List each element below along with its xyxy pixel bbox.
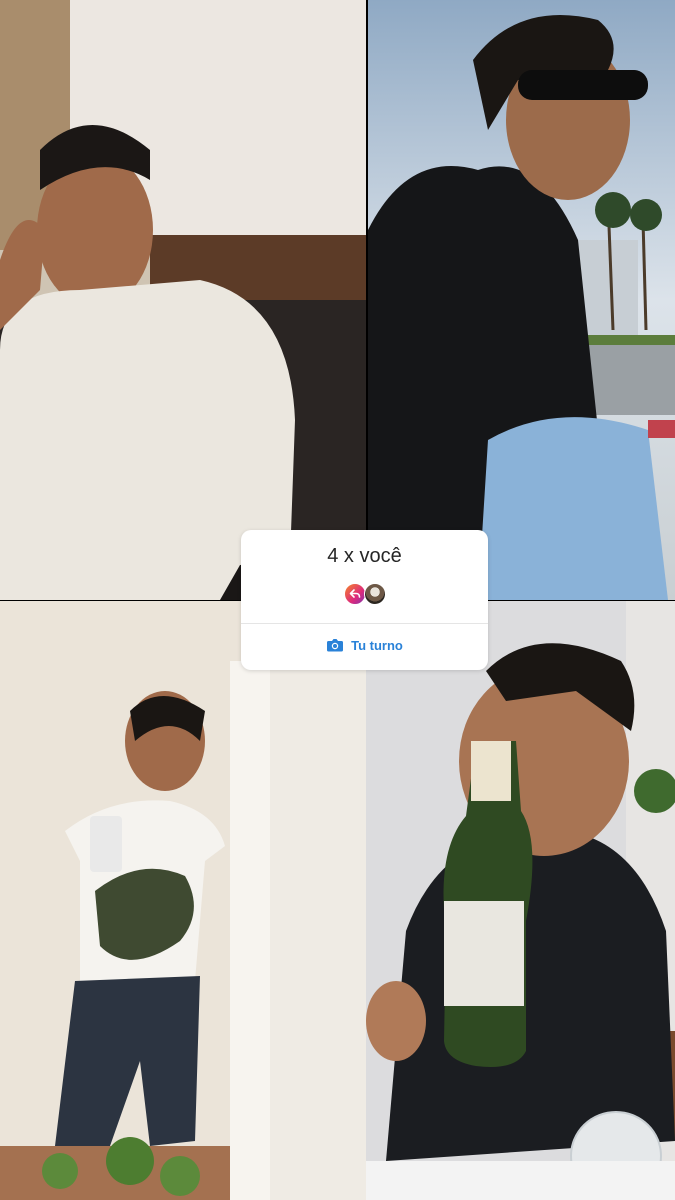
reply-arrow-icon xyxy=(349,589,360,598)
your-turn-label: Tu turno xyxy=(351,637,403,653)
camera-icon xyxy=(327,639,344,652)
card-divider xyxy=(241,623,488,624)
photo-mirror-selfie xyxy=(0,601,366,1200)
card-title: 4 x você xyxy=(327,545,402,567)
participants-avatars xyxy=(241,583,488,605)
photo-sunglasses xyxy=(368,0,675,600)
photo-white-turtleneck xyxy=(0,0,366,600)
photo-wine-bottle xyxy=(366,601,675,1200)
your-turn-button[interactable]: Tu turno xyxy=(241,637,488,653)
turn-card: 4 x você Tu turno xyxy=(241,530,488,670)
reply-avatar xyxy=(343,583,366,605)
user-avatar xyxy=(363,583,386,605)
